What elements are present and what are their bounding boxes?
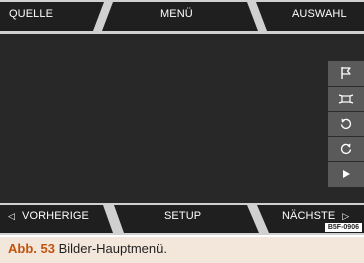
next-button[interactable]: NÄCHSTE ▷ <box>282 211 349 222</box>
play-icon <box>343 170 350 178</box>
play-button[interactable] <box>328 161 364 186</box>
rotate-left-button[interactable] <box>328 111 364 136</box>
tab-selection[interactable]: AUSWAHL <box>292 9 347 20</box>
flag-button[interactable] <box>328 61 364 85</box>
previous-label: VORHERIGE <box>22 210 89 222</box>
figure-caption: Abb. 53 Bilder-Hauptmenü. <box>8 242 167 255</box>
image-code-label: B5F-0906 <box>324 223 362 232</box>
tab-source[interactable]: QUELLE <box>9 9 53 20</box>
figure-number: Abb. 53 <box>8 241 55 256</box>
rotate-left-icon <box>340 118 352 130</box>
tab-menu[interactable]: MENÜ <box>160 9 193 20</box>
setup-button[interactable]: SETUP <box>164 211 201 222</box>
fit-screen-icon <box>338 94 354 104</box>
figure-title: Bilder-Hauptmenü. <box>58 241 167 256</box>
triangle-left-icon: ◁ <box>8 211 16 221</box>
flag-icon <box>341 67 351 79</box>
infotainment-screen: QUELLE MENÜ AUSWAHL ◁ VORHERIGE SETUP NÄ… <box>0 0 364 235</box>
image-display-area[interactable] <box>0 34 328 203</box>
fit-screen-button[interactable] <box>328 86 364 111</box>
rotate-right-icon <box>340 143 352 155</box>
next-label: NÄCHSTE <box>282 210 336 222</box>
side-control-panel <box>328 61 364 187</box>
previous-button[interactable]: ◁ VORHERIGE <box>8 211 89 222</box>
triangle-right-icon: ▷ <box>342 211 350 221</box>
rotate-right-button[interactable] <box>328 136 364 161</box>
